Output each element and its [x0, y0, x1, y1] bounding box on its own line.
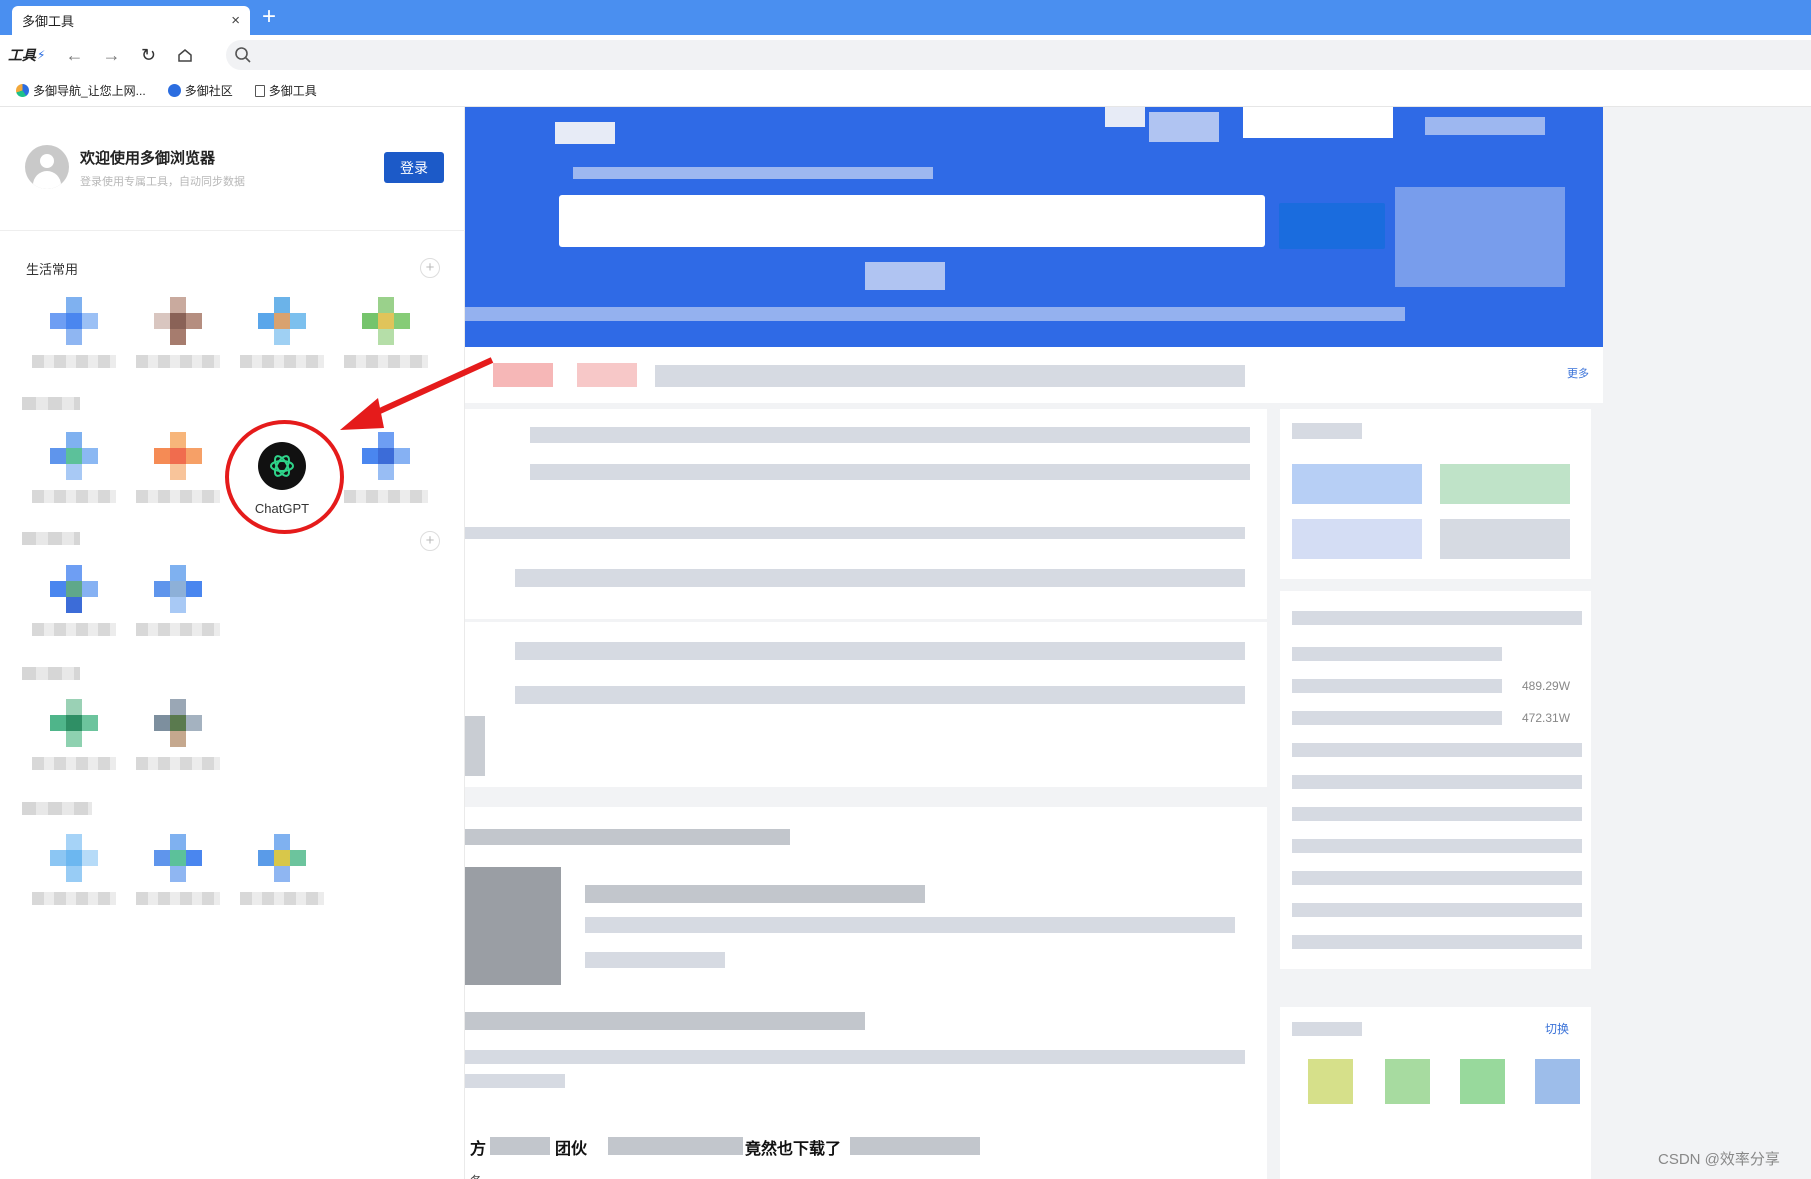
bookmark-label: 多御社区 [184, 84, 233, 98]
forward-icon[interactable]: → [96, 40, 126, 70]
app-tile[interactable] [26, 699, 122, 789]
profile-header: 欢迎使用多御浏览器 登录使用专属工具，自动同步数据 登录 [0, 107, 465, 231]
category-nav [465, 347, 1603, 403]
tab-active[interactable]: 多御工具 × [12, 6, 250, 35]
home-icon[interactable] [170, 40, 200, 70]
category-label [22, 532, 80, 545]
games-card: 切换 [1280, 1007, 1591, 1179]
bookmark-community[interactable]: 多御社区 [167, 82, 233, 99]
news-headline-part[interactable]: 团伙 [555, 1135, 587, 1159]
bookmark-label: 多御工具 [268, 84, 317, 98]
reload-icon[interactable]: ↻ [133, 40, 163, 70]
app-tile[interactable] [234, 297, 330, 387]
category-label [22, 667, 80, 680]
category-label [22, 397, 80, 410]
link-grid-b [465, 622, 1267, 787]
bookmark-label: 多御导航_让您上网... [33, 84, 146, 98]
community-icon [167, 84, 181, 97]
banner [465, 107, 1603, 347]
news-headline[interactable]: 方 [470, 1135, 486, 1159]
app-tile[interactable] [130, 699, 226, 789]
link-grid [465, 409, 1267, 619]
news-feed: 方 团伙 竟然也下载了 各 [465, 807, 1267, 1179]
app-tile[interactable] [26, 565, 122, 655]
address-bar[interactable] [226, 40, 1811, 70]
brand-logo: 工具 ⚡ [8, 45, 45, 65]
app-tile[interactable] [26, 834, 122, 924]
tab-bar: 多御工具 × + [0, 0, 1811, 35]
main-page: 更多 方 团伙 竟然也下载了 各 [465, 107, 1811, 1179]
back-icon[interactable]: ← [59, 40, 89, 70]
highlight-circle [225, 420, 344, 534]
login-button[interactable]: 登录 [384, 152, 444, 183]
app-tile[interactable] [26, 432, 122, 522]
banner-right [1603, 107, 1811, 347]
document-icon [254, 84, 265, 97]
app-tile[interactable] [26, 297, 122, 387]
bookmark-nav[interactable]: 多御导航_让您上网... [16, 82, 146, 99]
welcome-text: 欢迎使用多御浏览器 [80, 150, 216, 167]
welcome-subtitle: 登录使用专属工具，自动同步数据 [80, 176, 245, 188]
toolbar: 工具 ⚡ ← → ↻ [0, 35, 1811, 75]
avatar[interactable] [25, 145, 69, 189]
app-tile[interactable] [130, 432, 226, 522]
bolt-icon: ⚡ [37, 48, 46, 62]
add-icon[interactable]: + [420, 531, 440, 551]
search-box[interactable] [559, 195, 1265, 247]
new-tab-button[interactable]: + [262, 3, 276, 31]
side-panel: 欢迎使用多御浏览器 登录使用专属工具，自动同步数据 登录 生活常用 + Chat… [0, 107, 465, 1179]
app-tile[interactable] [130, 297, 226, 387]
section-title: 生活常用 [26, 262, 79, 277]
rank-value: 472.31W [1522, 711, 1571, 725]
add-icon[interactable]: + [420, 258, 440, 278]
category-label [22, 802, 92, 815]
search-icon [235, 47, 251, 63]
bookmarks-bar: 多御导航_让您上网... 多御社区 多御工具 [0, 75, 1811, 107]
app-tile[interactable] [130, 565, 226, 655]
more-link[interactable]: 更多 [1567, 365, 1589, 381]
switch-link[interactable]: 切换 [1545, 1020, 1569, 1037]
news-headline-part[interactable]: 竟然也下载了 [745, 1135, 841, 1159]
rank-value: 489.29W [1522, 679, 1571, 693]
globe-icon [16, 84, 29, 97]
app-tile[interactable] [338, 432, 434, 522]
watermark: CSDN @效率分享 [1658, 1151, 1780, 1168]
search-button[interactable] [1279, 203, 1385, 249]
tab-title: 多御工具 [22, 14, 75, 29]
news-summary: 各 [470, 1172, 482, 1179]
brand-text: 工具 [8, 47, 36, 63]
hot-list: 489.29W 472.31W [1280, 591, 1591, 969]
app-tile[interactable] [130, 834, 226, 924]
app-tile[interactable] [234, 834, 330, 924]
close-icon[interactable]: × [231, 12, 240, 29]
bookmark-tools[interactable]: 多御工具 [254, 82, 317, 99]
app-tile[interactable] [338, 297, 434, 387]
right-card [1280, 409, 1591, 579]
